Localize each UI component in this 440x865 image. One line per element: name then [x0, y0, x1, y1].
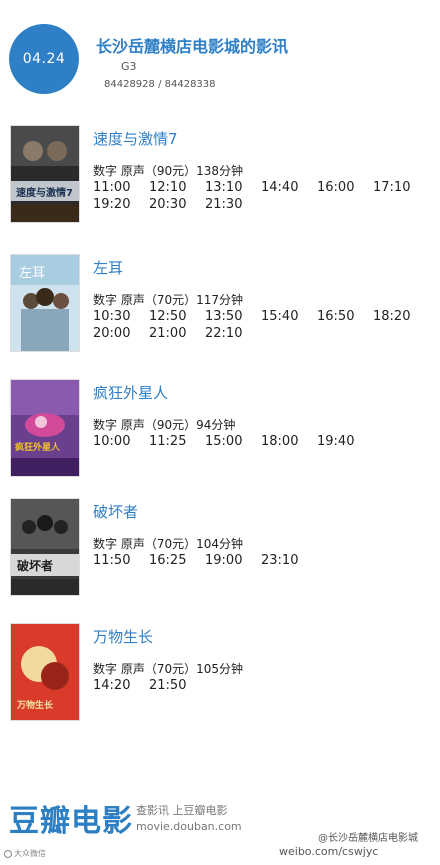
showtime[interactable]: 23:10: [261, 552, 317, 569]
footer-url[interactable]: movie.douban.com: [136, 820, 242, 833]
showtime[interactable]: 19:00: [205, 552, 261, 569]
poster-title-text: 左耳: [19, 266, 45, 281]
showtime[interactable]: 15:40: [261, 308, 317, 325]
movie-meta: 数字 原声（70元）104分钟: [93, 537, 243, 551]
movie-poster[interactable]: 万物生长: [10, 623, 80, 721]
watermark-weibo-url: weibo.com/cswjyc: [279, 845, 379, 858]
showtime[interactable]: 12:10: [149, 179, 205, 196]
movie-poster[interactable]: 左耳: [10, 254, 80, 352]
showtime[interactable]: 17:10: [373, 179, 429, 196]
movie-title[interactable]: 左耳: [93, 257, 123, 278]
showtime[interactable]: 13:10: [205, 179, 261, 196]
showtime[interactable]: 21:30: [205, 196, 261, 213]
footer-tagline: 查影讯 上豆瓣电影: [136, 804, 228, 817]
showtime[interactable]: 19:40: [317, 433, 373, 450]
showtime[interactable]: 11:00: [93, 179, 149, 196]
movie-item: 破坏者 破坏者 数字 原声（70元）104分钟 11:50 16:25 19:0…: [0, 498, 440, 608]
showtime[interactable]: 18:20: [373, 308, 429, 325]
cinema-name[interactable]: 长沙岳麓横店电影城的影讯: [96, 33, 288, 57]
wechat-icon: [4, 849, 12, 858]
showtime[interactable]: 16:25: [149, 552, 205, 569]
showtime[interactable]: 22:10: [205, 325, 261, 342]
showtime[interactable]: 14:40: [261, 179, 317, 196]
movie-title[interactable]: 速度与激情7: [93, 128, 178, 149]
showtime[interactable]: 11:50: [93, 552, 149, 569]
movie-meta: 数字 原声（70元）105分钟: [93, 662, 243, 676]
poster-title-text: 疯狂外星人: [15, 441, 61, 453]
showtime[interactable]: 20:00: [93, 325, 149, 342]
showtime[interactable]: 16:00: [317, 179, 373, 196]
movie-item: 左耳 左耳 数字 原声（70元）117分钟 10:30 12:50 13:50 …: [0, 254, 440, 364]
showtime[interactable]: 15:00: [205, 433, 261, 450]
movie-title[interactable]: 破坏者: [93, 501, 138, 522]
showtimes: 11:50 16:25 19:00 23:10: [93, 552, 433, 569]
showtimes: 11:00 12:10 13:10 14:40 16:00 17:10 19:2…: [93, 179, 433, 213]
showtime[interactable]: 12:50: [149, 308, 205, 325]
movie-meta: 数字 原声（90元）138分钟: [93, 164, 243, 178]
showtime[interactable]: 10:30: [93, 308, 149, 325]
movie-item: 万物生长 万物生长 数字 原声（70元）105分钟 14:20 21:50: [0, 623, 440, 733]
poster-title-text: 速度与激情7: [16, 186, 73, 199]
movie-meta: 数字 原声（70元）117分钟: [93, 293, 243, 307]
showtime[interactable]: 20:30: [149, 196, 205, 213]
movie-poster[interactable]: 疯狂外星人: [10, 379, 80, 477]
watermark-weibo-handle: @长沙岳麓横店电影城: [318, 833, 418, 844]
movie-title[interactable]: 疯狂外星人: [93, 382, 168, 403]
showtime[interactable]: 13:50: [205, 308, 261, 325]
showtime[interactable]: 16:50: [317, 308, 373, 325]
watermark-left-text: 大众微信: [14, 849, 46, 858]
poster-title-text: 万物生长: [16, 699, 54, 711]
date-badge: 04.24: [9, 24, 79, 94]
showtime[interactable]: 21:50: [149, 677, 205, 694]
showtimes: 14:20 21:50: [93, 677, 433, 694]
movie-poster[interactable]: 破坏者: [10, 498, 80, 596]
douban-movie-logo[interactable]: 豆瓣电影: [9, 796, 133, 840]
showtime[interactable]: 10:00: [93, 433, 149, 450]
movie-item: 速度与激情7 速度与激情7 数字 原声（90元）138分钟 11:00 12:1…: [0, 125, 440, 235]
cinema-address: G3: [121, 60, 137, 73]
poster-title-text: 破坏者: [17, 558, 53, 573]
showtime[interactable]: 19:20: [93, 196, 149, 213]
movie-title[interactable]: 万物生长: [93, 626, 153, 647]
movie-item: 疯狂外星人 疯狂外星人 数字 原声（90元）94分钟 10:00 11:25 1…: [0, 379, 440, 489]
showtimes: 10:30 12:50 13:50 15:40 16:50 18:20 20:0…: [93, 308, 433, 342]
showtimes: 10:00 11:25 15:00 18:00 19:40: [93, 433, 433, 450]
movie-poster[interactable]: 速度与激情7: [10, 125, 80, 223]
showtime[interactable]: 14:20: [93, 677, 149, 694]
movie-meta: 数字 原声（90元）94分钟: [93, 418, 236, 432]
showtime[interactable]: 18:00: [261, 433, 317, 450]
showtime[interactable]: 11:25: [149, 433, 205, 450]
watermark-left: 大众微信: [4, 848, 46, 859]
showtime[interactable]: 21:00: [149, 325, 205, 342]
cinema-phone: 84428928 / 84428338: [104, 79, 216, 90]
